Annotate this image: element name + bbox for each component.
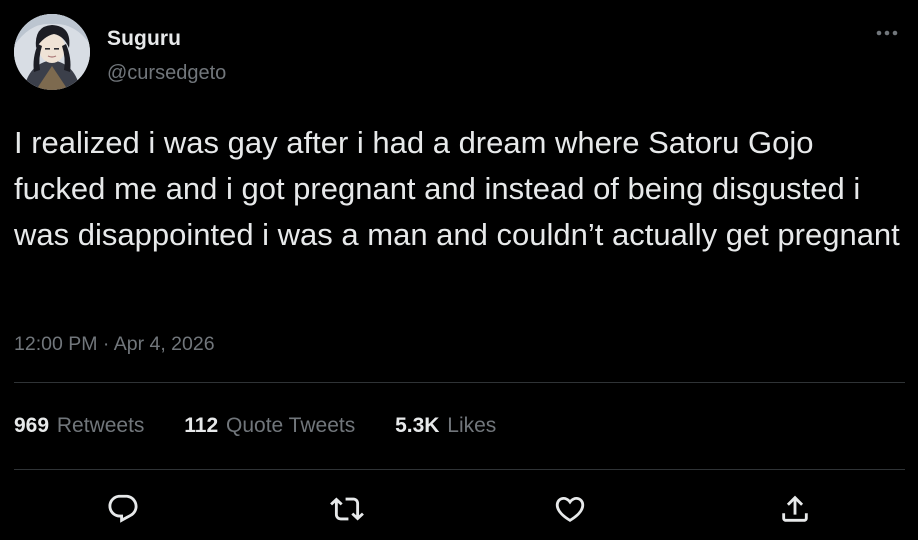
share-icon (782, 495, 808, 522)
share-button[interactable] (775, 489, 815, 529)
like-icon (555, 496, 585, 522)
retweets-stat[interactable]: 969 Retweets (14, 414, 144, 438)
tweet-date: Apr 4, 2026 (113, 333, 215, 355)
likes-label: Likes (447, 414, 497, 437)
tweet-text: I realized i was gay after i had a dream… (14, 125, 900, 252)
retweets-count: 969 (14, 414, 50, 437)
retweet-icon (330, 497, 364, 521)
timestamp-separator: · (102, 333, 110, 355)
quote-tweets-stat[interactable]: 112 Quote Tweets (184, 414, 355, 438)
tweet-time: 12:00 PM (14, 333, 98, 355)
tweet-timestamp[interactable]: 12:00 PM · Apr 4, 2026 (14, 333, 215, 356)
reply-icon (108, 494, 138, 523)
quote-tweets-count: 112 (184, 414, 219, 437)
action-bar (0, 489, 918, 529)
retweets-label: Retweets (56, 414, 145, 437)
divider (14, 469, 905, 470)
author-display-name[interactable]: Suguru (107, 27, 181, 51)
tweet-detail: Suguru @cursedgeto I realized i was gay … (0, 0, 918, 540)
author-handle[interactable]: @cursedgeto (107, 62, 226, 85)
likes-count: 5.3K (395, 414, 440, 437)
quote-tweets-label: Quote Tweets (226, 414, 356, 437)
likes-stat[interactable]: 5.3K Likes (395, 414, 496, 438)
more-options-icon[interactable] (870, 26, 904, 40)
avatar[interactable] (14, 14, 90, 90)
anime-character-avatar-icon (14, 14, 90, 90)
retweet-button[interactable] (327, 489, 367, 529)
divider (14, 382, 905, 383)
reply-button[interactable] (103, 489, 143, 529)
engagement-stats: 969 Retweets 112 Quote Tweets 5.3K Likes (14, 414, 530, 438)
like-button[interactable] (550, 489, 590, 529)
